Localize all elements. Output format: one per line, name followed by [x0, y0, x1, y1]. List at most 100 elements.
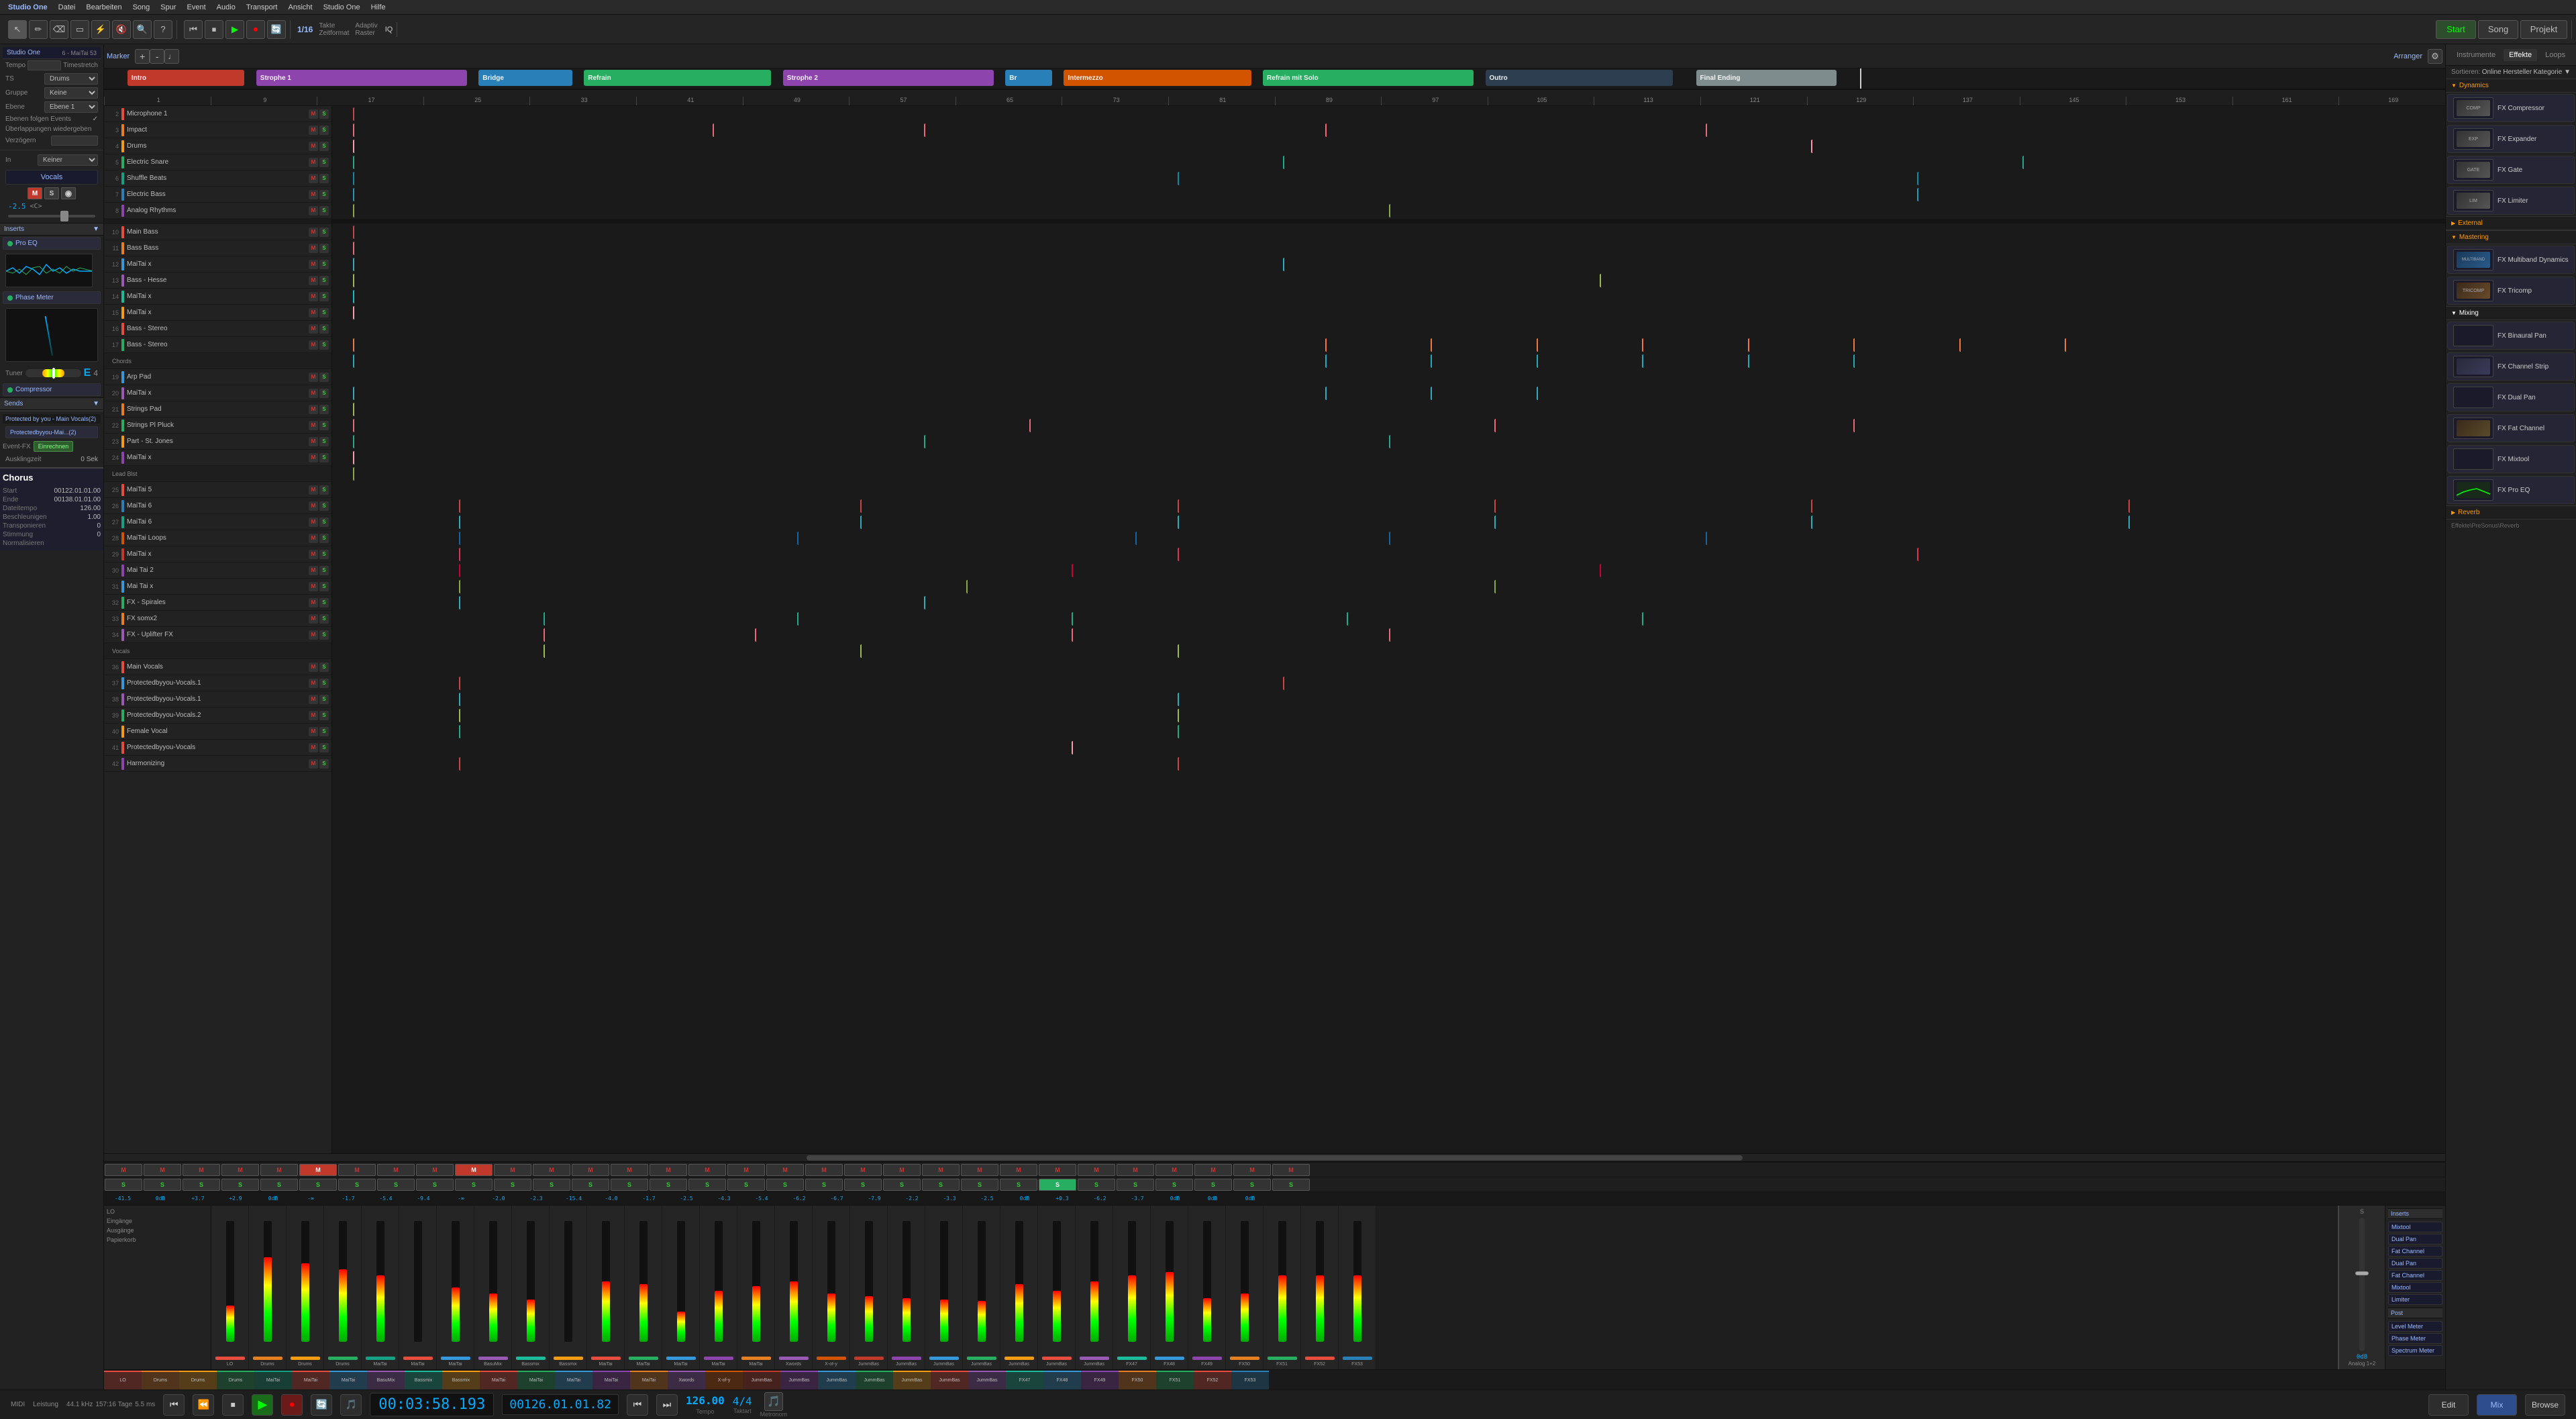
clip[interactable]: [924, 124, 1241, 137]
menu-item-ansicht[interactable]: Ansicht: [282, 3, 317, 11]
clip[interactable]: [353, 419, 987, 432]
record-transport-btn[interactable]: ⏺: [281, 1394, 303, 1416]
track-header[interactable]: 22 Strings Pl Pluck M S: [104, 418, 331, 434]
mixer-s-btn[interactable]: S: [611, 1179, 648, 1191]
track-header[interactable]: 33 FX somx2 M S: [104, 611, 331, 627]
clip[interactable]: [353, 204, 1304, 217]
track-header[interactable]: Vocals: [104, 643, 331, 659]
clip[interactable]: [860, 499, 1072, 513]
mixer-m-btn[interactable]: M: [727, 1164, 765, 1176]
clip[interactable]: [1494, 516, 1748, 529]
clip[interactable]: [1389, 628, 1558, 642]
volume-fader[interactable]: [8, 215, 95, 217]
stop-transport-btn[interactable]: ⏹: [222, 1394, 244, 1416]
mixer-s-btn[interactable]: S: [1078, 1179, 1115, 1191]
mixer-m-btn[interactable]: M: [494, 1164, 531, 1176]
clip[interactable]: [1811, 140, 2339, 153]
song-btn[interactable]: Song: [2478, 20, 2518, 39]
mixer-m-btn[interactable]: M: [650, 1164, 687, 1176]
track-mute-btn[interactable]: M: [309, 126, 318, 135]
clip[interactable]: [1853, 338, 1916, 352]
track-header[interactable]: 30 Mai Tai 2 M S: [104, 562, 331, 579]
clip[interactable]: [2065, 338, 2128, 352]
arr-block-strophe2[interactable]: Strophe 2: [783, 70, 994, 86]
menu-item-song[interactable]: Song: [127, 3, 156, 11]
track-mute-btn[interactable]: M: [309, 260, 318, 269]
loop-btn[interactable]: 🔄: [267, 20, 286, 39]
del-marker-btn[interactable]: -: [150, 49, 164, 64]
clip[interactable]: [353, 172, 1092, 185]
arr-block-outro[interactable]: Outro: [1486, 70, 1673, 86]
track-header[interactable]: 27 MaiTai 6 M S: [104, 514, 331, 530]
clip[interactable]: [1178, 172, 1812, 185]
track-header[interactable]: 14 MaiTai x M S: [104, 289, 331, 305]
undo-tool-btn[interactable]: ?: [154, 20, 172, 39]
mixing-category[interactable]: Mixing: [2446, 306, 2576, 320]
tab-effekte[interactable]: Effekte: [2504, 49, 2537, 61]
track-header[interactable]: 11 Bass Bass M S: [104, 240, 331, 256]
inserts-panel-header[interactable]: Inserts: [2388, 1208, 2442, 1219]
insert-slot[interactable]: Mixtool: [2388, 1282, 2442, 1293]
clip[interactable]: [1431, 387, 1494, 400]
mixer-m-btn[interactable]: M: [1272, 1164, 1310, 1176]
plugin-fx-expander[interactable]: EXP FX Expander: [2447, 125, 2575, 153]
mixer-s-btn[interactable]: S: [1000, 1179, 1037, 1191]
mixer-m-btn[interactable]: M: [1233, 1164, 1271, 1176]
menu-item-audio[interactable]: Audio: [211, 3, 241, 11]
track-solo-btn[interactable]: S: [319, 389, 329, 398]
volume-fader-handle[interactable]: [60, 211, 68, 222]
clip[interactable]: [924, 596, 1304, 609]
track-solo-btn[interactable]: S: [319, 743, 329, 752]
clip[interactable]: [1706, 532, 1917, 545]
mixer-s-btn[interactable]: S: [377, 1179, 415, 1191]
track-mute-btn[interactable]: M: [309, 582, 318, 591]
track-header[interactable]: 26 MaiTai 6 M S: [104, 498, 331, 514]
track-mute-btn[interactable]: M: [309, 389, 318, 398]
clip[interactable]: [353, 467, 1515, 481]
arr-block-br[interactable]: Br: [1005, 70, 1052, 86]
track-solo-btn[interactable]: S: [319, 663, 329, 672]
clip[interactable]: [1029, 419, 1452, 432]
plugin-phase-slot[interactable]: Phase Meter: [3, 291, 101, 304]
loop-back-btn[interactable]: ⏮: [163, 1394, 185, 1416]
track-header[interactable]: 36 Main Vocals M S: [104, 659, 331, 675]
track-solo-btn[interactable]: S: [319, 695, 329, 704]
tempo-input[interactable]: 126: [28, 60, 61, 70]
menu-item-spur[interactable]: Spur: [155, 3, 181, 11]
mixer-m-btn[interactable]: M: [688, 1164, 726, 1176]
track-mute-btn[interactable]: M: [309, 759, 318, 769]
mixer-s-btn[interactable]: S: [494, 1179, 531, 1191]
clip[interactable]: [1917, 172, 2340, 185]
clip[interactable]: [353, 435, 881, 448]
clip[interactable]: [2128, 516, 2340, 529]
dynamics-category[interactable]: Dynamics: [2446, 79, 2576, 93]
clip[interactable]: [459, 693, 1093, 706]
track-mute-btn[interactable]: M: [309, 679, 318, 688]
track-solo-btn[interactable]: S: [319, 228, 329, 237]
clip[interactable]: [860, 516, 1072, 529]
clip[interactable]: [1600, 274, 2234, 287]
mixer-s-btn[interactable]: S: [1155, 1179, 1193, 1191]
track-solo-btn[interactable]: S: [319, 260, 329, 269]
insert-slot[interactable]: Dual Pan: [2388, 1258, 2442, 1269]
track-solo-btn[interactable]: S: [319, 206, 329, 215]
track-solo-btn[interactable]: S: [319, 405, 329, 414]
clip[interactable]: [459, 757, 1093, 771]
edit-btn[interactable]: Edit: [2428, 1394, 2469, 1416]
mixer-s-btn[interactable]: S: [416, 1179, 454, 1191]
mixer-m-btn[interactable]: M: [1117, 1164, 1154, 1176]
track-header[interactable]: 4 Drums M S: [104, 138, 331, 154]
solo-btn[interactable]: S: [44, 187, 59, 199]
track-header[interactable]: 20 MaiTai x M S: [104, 385, 331, 401]
track-mute-btn[interactable]: M: [309, 501, 318, 511]
clip[interactable]: [1389, 532, 1643, 545]
track-solo-btn[interactable]: S: [319, 109, 329, 119]
arranger-settings-btn[interactable]: ⚙: [2428, 49, 2442, 64]
mixer-s-btn[interactable]: S: [1272, 1179, 1310, 1191]
track-header[interactable]: 25 MaiTai 5 M S: [104, 482, 331, 498]
clip[interactable]: [713, 124, 882, 137]
play-transport-btn[interactable]: ▶: [252, 1394, 273, 1416]
overlap-label[interactable]: Überlappungen wiedergeben: [5, 126, 91, 133]
projekt-btn[interactable]: Projekt: [2520, 20, 2567, 39]
external-category[interactable]: External: [2446, 216, 2576, 230]
